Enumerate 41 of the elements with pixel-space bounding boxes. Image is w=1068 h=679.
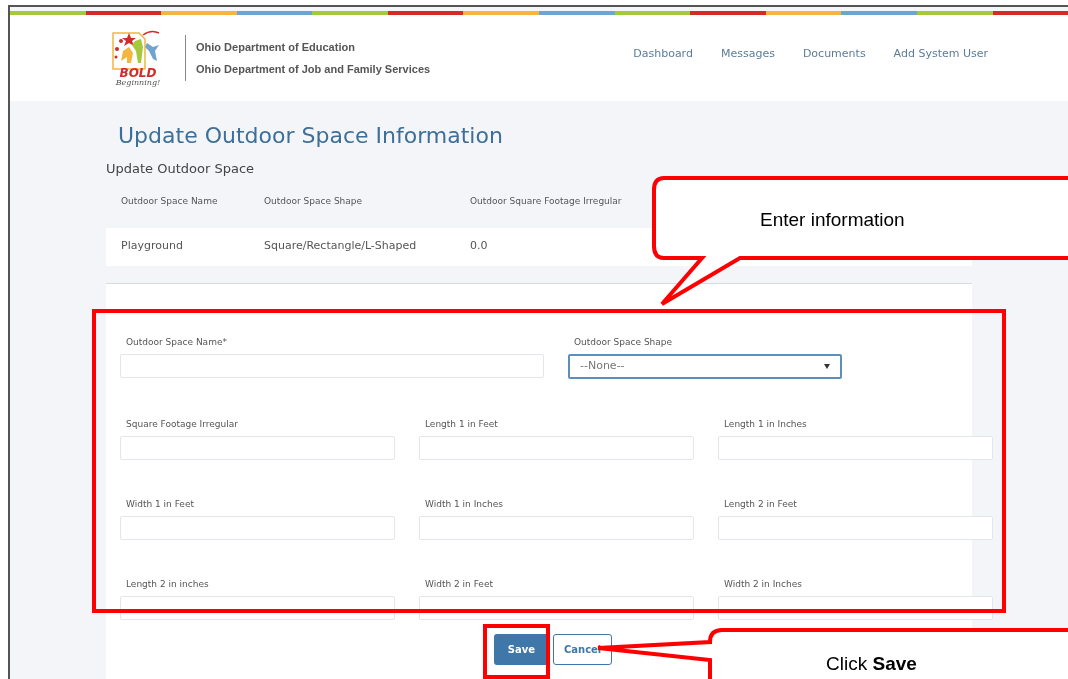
table-cell-text: 0.0 <box>470 238 489 255</box>
field-label: Length 1 in Feet <box>425 417 499 431</box>
caret-icon <box>824 363 830 369</box>
section-title: Update Outdoor Space <box>106 160 256 178</box>
input-field[interactable] <box>120 435 395 460</box>
logo-word: BOLD <box>119 67 157 79</box>
field-label: Width 2 in Feet <box>425 577 494 591</box>
organization-name: Ohio Department of Job and Family Services <box>196 62 431 77</box>
field-label: Length 2 in Feet <box>724 497 798 511</box>
column-header: Outdoor Space Name <box>121 194 219 208</box>
nav-link[interactable]: Add System User <box>893 45 988 63</box>
input-field[interactable] <box>419 435 694 460</box>
page-title: Update Outdoor Space Information <box>118 122 504 150</box>
cancel-button[interactable]: Cancel <box>552 633 613 665</box>
input-field[interactable] <box>120 353 544 378</box>
field-label: Outdoor Space Name* <box>126 335 228 349</box>
column-header: Outdoor Square Footage Irregular <box>470 194 623 208</box>
input-field[interactable] <box>419 515 694 540</box>
nav-link[interactable]: Messages <box>720 45 775 63</box>
field-label: Length 2 in inches <box>126 577 210 591</box>
input-field[interactable] <box>718 435 993 460</box>
callout-text: Enter information <box>760 208 905 232</box>
field-label: Width 2 in Inches <box>724 577 803 591</box>
field-label: Square Footage Irregular <box>126 417 239 431</box>
column-header: Outdoor Space Shape <box>264 194 364 208</box>
organization-name: Ohio Department of Education <box>196 39 356 55</box>
field-label: Outdoor Space Shape <box>574 335 674 349</box>
highlight-frame <box>483 624 550 679</box>
save-button[interactable]: Save <box>493 633 549 665</box>
logo-tagline: Beginning! <box>115 79 161 87</box>
callout-text: Click Save <box>826 652 917 676</box>
shape-select[interactable]: --None-- <box>568 353 842 379</box>
field-label: Width 1 in Feet <box>126 497 195 511</box>
field-label: Length 1 in Inches <box>724 417 808 431</box>
input-field[interactable] <box>120 515 395 540</box>
table-cell-text: Square/Rectangle/L-Shaped <box>264 238 418 255</box>
field-label: Width 1 in Inches <box>425 497 504 511</box>
input-field[interactable] <box>718 515 993 540</box>
nav-link[interactable]: Dashboard <box>633 45 693 63</box>
table-cell-text: Playground <box>121 238 184 255</box>
nav-link[interactable]: Documents <box>802 45 866 63</box>
